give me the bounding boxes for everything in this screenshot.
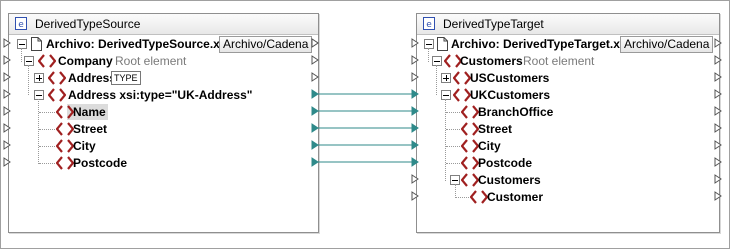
input-port [3, 55, 11, 65]
input-port [3, 89, 11, 99]
input-port [3, 123, 11, 133]
input-port-connected [411, 106, 419, 116]
output-port [311, 72, 319, 82]
output-port-connected [311, 123, 319, 133]
input-port-connected [411, 89, 419, 99]
input-port-connected [411, 157, 419, 167]
output-port [311, 55, 319, 65]
output-port [714, 106, 722, 116]
output-port [714, 157, 722, 167]
input-port [3, 106, 11, 116]
input-port [3, 140, 11, 150]
input-port [3, 72, 11, 82]
output-port-connected [311, 157, 319, 167]
output-port [714, 38, 722, 48]
output-port [714, 140, 722, 150]
input-port [411, 72, 419, 82]
input-port [411, 191, 419, 201]
output-port-connected [311, 106, 319, 116]
input-port [3, 38, 11, 48]
output-port [714, 123, 722, 133]
input-port [411, 38, 419, 48]
input-port-connected [411, 140, 419, 150]
input-port-connected [411, 123, 419, 133]
output-port [714, 72, 722, 82]
output-port [714, 89, 722, 99]
output-port [311, 38, 319, 48]
output-port [714, 174, 722, 184]
output-port-connected [311, 140, 319, 150]
input-port [411, 174, 419, 184]
output-port [714, 191, 722, 201]
output-port [714, 55, 722, 65]
input-port [3, 157, 11, 167]
input-port [411, 55, 419, 65]
mapping-connections [3, 38, 722, 201]
output-port-connected [311, 89, 319, 99]
